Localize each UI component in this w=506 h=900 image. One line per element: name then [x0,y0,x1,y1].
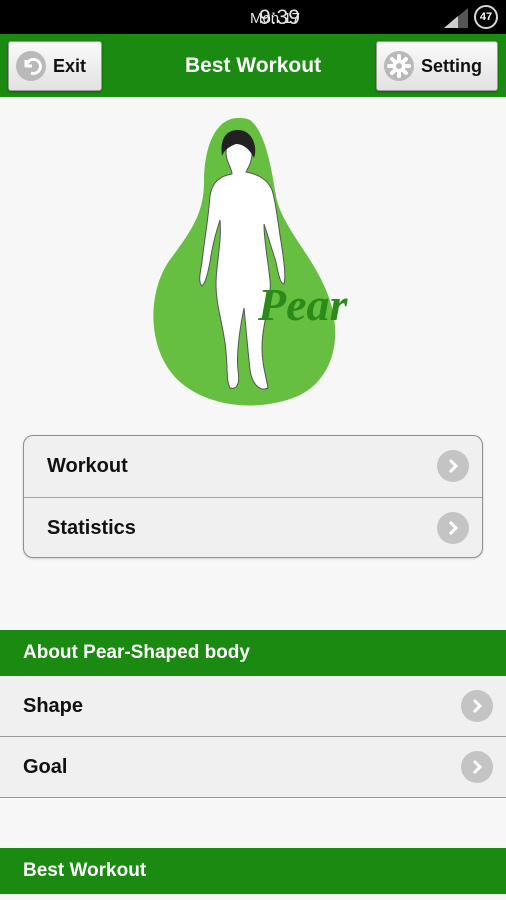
status-bar: Mon 17 9:39 47 [0,0,506,34]
pear-body-logo: Pear [153,118,349,406]
setting-label: Setting [421,55,482,76]
action-bar: Exit Best Workout Setting [0,34,506,97]
goal-list-item[interactable]: Goal [0,737,506,798]
chevron-right-icon [437,450,469,482]
signal-icon [444,8,468,28]
status-time: 9:39 [259,6,300,29]
battery-icon: 47 [474,5,498,29]
back-arrow-icon [15,50,47,82]
app-title: Best Workout [184,54,322,77]
goal-label: Goal [23,755,68,778]
exit-button[interactable]: Exit [8,41,102,91]
about-list: Shape Goal [0,676,506,798]
workout-label: Workout [47,455,128,477]
gear-icon [383,50,415,82]
main-menu-card: Workout Statistics [23,435,483,558]
shape-list-item[interactable]: Shape [0,676,506,737]
about-section-header: About Pear-Shaped body [0,630,506,676]
logo-text: Pear [257,279,349,330]
chevron-right-icon [461,751,493,783]
chevron-right-icon [437,512,469,544]
exit-label: Exit [53,55,87,76]
best-workout-section-header: Best Workout [0,848,506,894]
statistics-menu-item[interactable]: Statistics [24,497,482,557]
workout-menu-item[interactable]: Workout [24,436,482,497]
battery-level: 47 [479,11,493,23]
statistics-label: Statistics [47,516,136,539]
setting-button[interactable]: Setting [376,41,498,91]
shape-label: Shape [23,694,84,717]
chevron-right-icon [461,690,493,722]
